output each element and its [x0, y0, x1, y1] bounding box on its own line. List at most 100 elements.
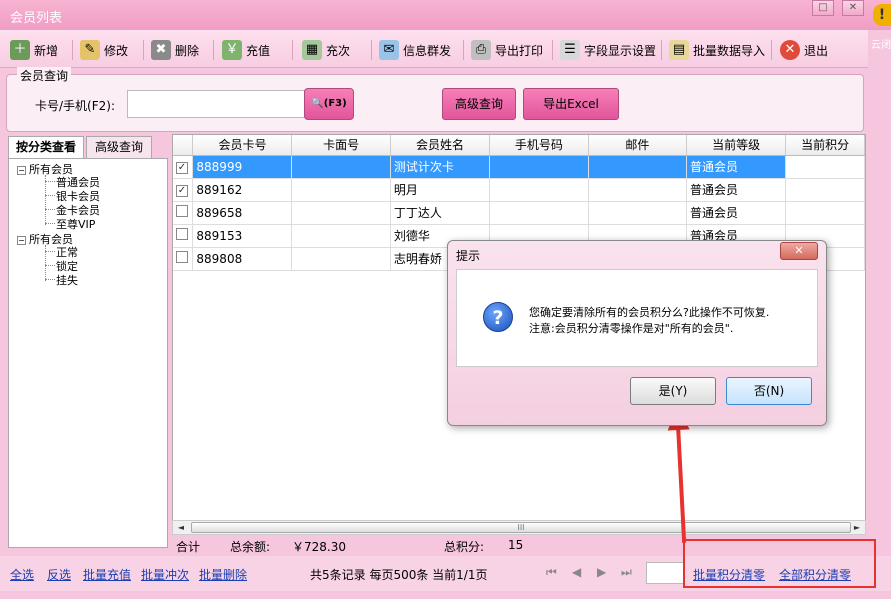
dialog-title: 提示 [456, 249, 481, 263]
recharge-button-label: 充值 [246, 43, 271, 58]
add-member-icon: ＋ [10, 40, 30, 60]
col-header-check [173, 135, 194, 156]
add-button[interactable]: ＋ 新增 [10, 38, 58, 62]
prev-page-icon[interactable]: ◀ [572, 565, 581, 579]
row-checkbox-cell [173, 224, 194, 248]
no-button[interactable]: 否(N) [726, 377, 812, 405]
message-button[interactable]: ✉ 信息群发 [379, 38, 451, 62]
tree-node-level-vip[interactable]: 至尊VIP [56, 216, 95, 232]
cell-face [291, 247, 391, 271]
page-number-input[interactable] [646, 562, 684, 584]
toolbar: ＋ 新增 ✎ 修改 ✖ 删除 ￥ 充值 ▦ 充次 ✉ 信息群发 ⎙ 导出打印 ☰… [0, 30, 868, 68]
tab-by-category[interactable]: 按分类查看 [8, 136, 84, 159]
message-icon: ✉ [379, 40, 399, 60]
table-header-row: 会员卡号 卡面号 会员姓名 手机号码 邮件 当前等级 当前积分 [173, 135, 865, 156]
cell-level: 普通会员 [686, 155, 787, 179]
scroll-right-icon[interactable]: ► [850, 521, 864, 534]
col-header-points[interactable]: 当前积分 [785, 135, 865, 156]
delete-button[interactable]: ✖ 删除 [151, 38, 199, 62]
close-window-button[interactable]: ✕ [842, 0, 864, 16]
row-checkbox[interactable]: ✓ [176, 185, 188, 197]
export-print-button[interactable]: ⎙ 导出打印 [471, 38, 543, 62]
col-header-phone[interactable]: 手机号码 [489, 135, 589, 156]
yes-button[interactable]: 是(Y) [630, 377, 716, 405]
query-legend: 会员查询 [17, 67, 72, 84]
horizontal-scrollbar[interactable]: ◄ III ► [172, 520, 866, 535]
field-settings-button[interactable]: ☰ 字段显示设置 [560, 38, 656, 62]
row-checkbox[interactable]: ✓ [176, 162, 188, 174]
toolbar-separator [371, 40, 372, 60]
cell-face [291, 155, 391, 179]
exit-button-label: 退出 [804, 43, 829, 58]
recharge-button[interactable]: ￥ 充值 [222, 38, 270, 62]
next-page-icon[interactable]: ▶ [597, 565, 606, 579]
col-header-face[interactable]: 卡面号 [291, 135, 391, 156]
dialog-close-button[interactable]: ✕ [780, 242, 818, 260]
toolbar-separator [143, 40, 144, 60]
tree-node-status-lost[interactable]: 挂失 [56, 272, 78, 288]
row-checkbox[interactable] [176, 205, 188, 217]
add-button-label: 新增 [34, 43, 59, 58]
table-row[interactable]: ✓ 889162 明月 普通会员 [173, 178, 865, 202]
cell-name: 测试计次卡 [390, 155, 491, 179]
row-checkbox[interactable] [176, 228, 188, 240]
cell-phone [489, 155, 589, 179]
invert-selection-link[interactable]: 反选 [47, 566, 71, 583]
select-all-link[interactable]: 全选 [10, 566, 34, 583]
card-phone-input[interactable] [127, 90, 305, 118]
recharge-icon: ￥ [222, 40, 242, 60]
dialog-body: ? 您确定要清除所有的会员积分么?此操作不可恢复. 注意:会员积分清零操作是对"… [456, 269, 818, 367]
last-page-icon[interactable]: ⏭ [621, 565, 632, 580]
row-checkbox[interactable] [176, 251, 188, 263]
col-header-email[interactable]: 邮件 [588, 135, 688, 156]
cell-points [785, 155, 865, 179]
edit-icon: ✎ [80, 40, 100, 60]
col-header-level[interactable]: 当前等级 [686, 135, 787, 156]
advanced-query-button[interactable]: 高级查询 [442, 88, 516, 120]
cell-card: 889658 [192, 201, 293, 225]
cell-phone [489, 178, 589, 202]
search-f3-button[interactable]: 🔍(F3) [304, 88, 354, 120]
title-bar: 会员列表 □ ✕ [0, 0, 891, 30]
dialog-message-line1: 您确定要清除所有的会员积分么?此操作不可恢复. [529, 306, 770, 319]
row-checkbox-cell [173, 201, 194, 225]
delete-icon: ✖ [151, 40, 171, 60]
edit-button[interactable]: ✎ 修改 [80, 38, 128, 62]
summary-points-value: 15 [508, 538, 524, 552]
cell-level: 普通会员 [686, 178, 787, 202]
batch-recharge-link[interactable]: 批量充值 [83, 566, 131, 583]
edit-button-label: 修改 [104, 43, 129, 58]
toolbar-separator [661, 40, 662, 60]
exit-button[interactable]: ✕ 退出 [780, 38, 828, 62]
col-header-name[interactable]: 会员姓名 [390, 135, 491, 156]
batch-delete-link[interactable]: 批量删除 [199, 566, 247, 583]
import-button[interactable]: ▤ 批量数据导入 [669, 38, 765, 62]
col-header-card[interactable]: 会员卡号 [192, 135, 293, 156]
table-row[interactable]: 889658 丁丁达人 普通会员 [173, 201, 865, 225]
table-row[interactable]: ✓ 888999 测试计次卡 普通会员 [173, 155, 865, 179]
page-info: 共5条记录 每页500条 当前1/1页 [310, 568, 488, 582]
cell-card: 889808 [192, 247, 293, 271]
cell-face [291, 224, 391, 248]
export-excel-button[interactable]: 导出Excel [523, 88, 619, 120]
warning-icon: ! [873, 4, 891, 26]
field-settings-button-label: 字段显示设置 [584, 43, 657, 58]
recharge-count-button[interactable]: ▦ 充次 [302, 38, 350, 62]
toolbar-separator [552, 40, 553, 60]
cell-face [291, 178, 391, 202]
import-icon: ▤ [669, 40, 689, 60]
question-icon: ? [483, 302, 513, 332]
scroll-left-icon[interactable]: ◄ [174, 521, 188, 534]
minimize-button[interactable]: □ [812, 0, 834, 16]
cell-phone [489, 201, 589, 225]
cell-name: 明月 [390, 178, 491, 202]
toolbar-separator [72, 40, 73, 60]
scroll-thumb[interactable]: III [191, 522, 851, 533]
printer-icon: ⎙ [471, 40, 491, 60]
batch-recharge-count-link[interactable]: 批量冲次 [141, 566, 189, 583]
card-phone-label: 卡号/手机(F2): [35, 99, 115, 113]
search-icon: 🔍 [311, 98, 324, 109]
first-page-icon[interactable]: ⏮ [546, 565, 557, 580]
cell-points [785, 201, 865, 225]
tab-advanced-query[interactable]: 高级查询 [86, 136, 152, 158]
